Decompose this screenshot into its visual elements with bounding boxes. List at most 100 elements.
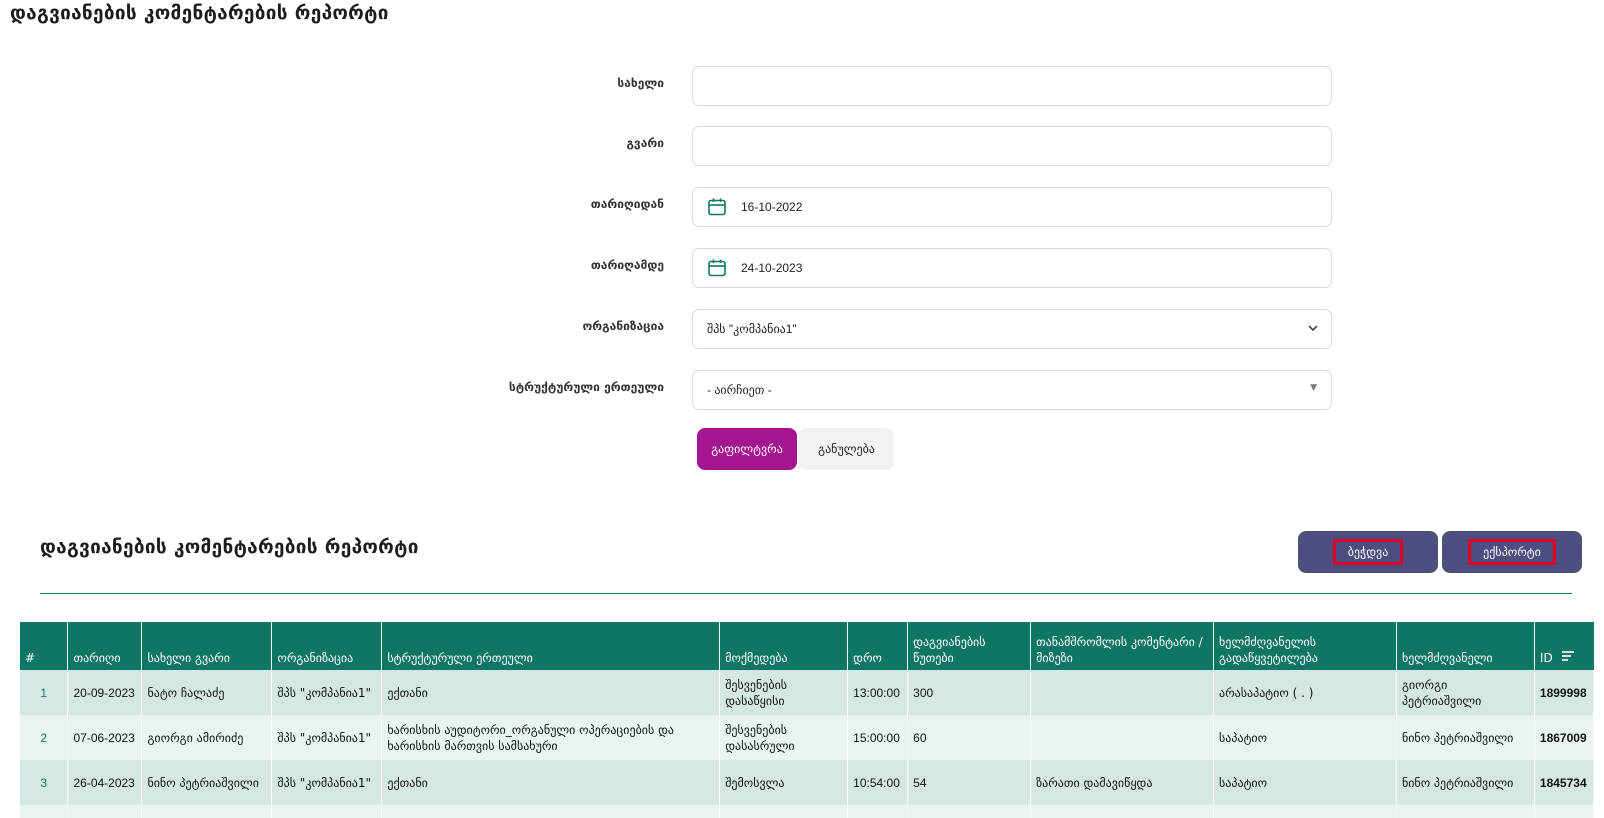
cell-minutes — [907, 805, 1032, 818]
unit-select[interactable]: - აირჩიეთ - ▼ — [692, 370, 1332, 410]
cell-comment — [1030, 670, 1215, 715]
caret-down-icon: ▼ — [1310, 383, 1317, 393]
unit-value: - აირჩიეთ - — [707, 383, 772, 397]
form-row-organization: ორგანიზაცია შპს "კომპანია1" — [0, 309, 1604, 349]
cell-organization: შპს "კომპანია1" — [271, 715, 383, 760]
cell-minutes: 54 — [907, 760, 1032, 805]
form-row-first-name: სახელი — [0, 66, 1604, 106]
form-row-unit: სტრუქტურული ერთეული - აირჩიეთ - ▼ — [0, 370, 1604, 410]
table-header-row: # თარიღი სახელი გვარი ორგანიზაცია სტრუქტ… — [20, 622, 1594, 670]
form-row-date-from: თარიღიდან 16-10-2022 — [0, 187, 1604, 227]
cell-organization: შპს "კომპანია1" — [271, 670, 383, 715]
organization-value: შპს "კომპანია1" — [707, 322, 797, 336]
cell-minutes: 300 — [907, 670, 1032, 715]
column-header[interactable]: ხელმძღვანელი — [1396, 622, 1535, 670]
cell-name — [141, 805, 273, 818]
cell-unit: ექთანი — [381, 670, 721, 715]
cell-date: 26-04-2023 — [67, 760, 143, 805]
cell-comment: ზარათი დამავიწყდა — [1030, 760, 1215, 805]
report-title: დაგვიანების კომენტარების რეპორტი — [40, 536, 419, 558]
form-row-date-to: თარიღამდე 24-10-2023 — [0, 248, 1604, 288]
first-name-label: სახელი — [617, 76, 664, 90]
cell-time — [847, 805, 909, 818]
cell-time: 10:54:00 — [847, 760, 909, 805]
cell-manager — [1396, 805, 1535, 818]
date-from-input[interactable]: 16-10-2022 — [692, 187, 1332, 227]
table-row[interactable]: 2 07-06-2023 გიორგი ამირიძე შპს "კომპანი… — [20, 715, 1595, 760]
cell-unit: ხარისხის აუდიტორი_ორგანული ოპერაციების დ… — [381, 715, 721, 760]
column-header[interactable]: ხელმძღვანელის გადაწყვეტილება — [1213, 622, 1397, 670]
table-row[interactable]: 3 26-04-2023 ნინო პეტრიაშვილი შპს "კომპა… — [20, 760, 1595, 805]
cell-date: 20-09-2023 — [67, 670, 143, 715]
last-name-input[interactable] — [692, 126, 1332, 166]
chevron-down-icon — [1307, 322, 1319, 337]
column-header[interactable]: სტრუქტურული ერთეული — [381, 622, 721, 670]
column-header-id[interactable]: ID — [1534, 622, 1593, 670]
calendar-icon[interactable] — [707, 197, 727, 217]
column-header[interactable]: თანამშრომლის კომენტარი / მიზეზი — [1030, 622, 1215, 670]
first-name-input[interactable] — [692, 66, 1332, 106]
export-button[interactable]: ექსპორტი — [1442, 531, 1582, 573]
row-number — [20, 805, 69, 818]
cell-decision — [1213, 805, 1397, 818]
cell-manager: ნინო პეტრიაშვილი — [1396, 715, 1535, 760]
cell-organization — [271, 805, 383, 818]
cell-decision: საპატიო — [1213, 760, 1397, 805]
cell-id — [1534, 805, 1595, 818]
organization-label: ორგანიზაცია — [582, 319, 664, 333]
column-header[interactable]: დაგვიანების წუთები — [907, 622, 1032, 670]
date-to-input[interactable]: 24-10-2023 — [692, 248, 1332, 288]
form-row-last-name: გვარი — [0, 126, 1604, 166]
cell-organization: შპს "კომპანია1" — [271, 760, 383, 805]
row-number: 2 — [20, 715, 69, 760]
cell-id: 1845734 — [1534, 760, 1595, 805]
column-header[interactable]: მოქმედება — [719, 622, 849, 670]
column-header[interactable]: დრო — [847, 622, 909, 670]
date-from-label: თარიღიდან — [590, 197, 664, 211]
cell-id: 1867009 — [1534, 715, 1595, 760]
print-button[interactable]: ბეჭდვა — [1298, 531, 1438, 573]
cell-time: 15:00:00 — [847, 715, 909, 760]
report-table: # თარიღი სახელი გვარი ორგანიზაცია სტრუქტ… — [20, 622, 1595, 818]
table-row[interactable]: 1 20-09-2023 ნატო ჩალაძე შპს "კომპანია1"… — [20, 670, 1595, 715]
cell-minutes: 60 — [907, 715, 1032, 760]
cell-unit — [381, 805, 721, 818]
row-number: 1 — [20, 670, 69, 715]
cell-manager: ნინო პეტრიაშვილი — [1396, 760, 1535, 805]
section-divider — [40, 593, 1572, 594]
column-header[interactable]: # — [20, 622, 69, 670]
row-number: 3 — [20, 760, 69, 805]
cell-manager: გიორგი პეტრიაშვილი — [1396, 670, 1535, 715]
export-button-label: ექსპორტი — [1468, 539, 1556, 565]
reset-button[interactable]: განულება — [799, 428, 894, 470]
cell-decision: არასაპატიო ( . ) — [1213, 670, 1397, 715]
date-from-value: 16-10-2022 — [741, 200, 803, 214]
cell-decision: საპატიო — [1213, 715, 1397, 760]
cell-comment — [1030, 805, 1215, 818]
organization-select[interactable]: შპს "კომპანია1" — [692, 309, 1332, 349]
cell-unit: ექთანი — [381, 760, 721, 805]
last-name-label: გვარი — [626, 136, 664, 150]
id-header-label: ID — [1539, 650, 1553, 665]
cell-name: ნინო პეტრიაშვილი — [141, 760, 273, 805]
print-button-label: ბეჭდვა — [1332, 539, 1404, 565]
cell-action: შესვენების დასაწყისი — [719, 670, 849, 715]
cell-name: ნატო ჩალაძე — [141, 670, 273, 715]
filter-button[interactable]: გაფილტვრა — [697, 428, 797, 470]
calendar-icon[interactable] — [707, 258, 727, 278]
cell-date: 07-06-2023 — [67, 715, 143, 760]
sort-lines-icon[interactable] — [1561, 650, 1575, 666]
cell-id: 1899998 — [1534, 670, 1595, 715]
date-to-label: თარიღამდე — [590, 258, 664, 272]
column-header[interactable]: თარიღი — [67, 622, 143, 670]
cell-name: გიორგი ამირიძე — [141, 715, 273, 760]
table-row[interactable] — [20, 805, 1595, 818]
cell-time: 13:00:00 — [847, 670, 909, 715]
page-title: დაგვიანების კომენტარების რეპორტი — [10, 2, 389, 24]
unit-label: სტრუქტურული ერთეული — [508, 380, 664, 394]
column-header[interactable]: ორგანიზაცია — [271, 622, 383, 670]
cell-action: შემოსვლა — [719, 760, 849, 805]
cell-action — [719, 805, 849, 818]
column-header[interactable]: სახელი გვარი — [141, 622, 273, 670]
cell-comment — [1030, 715, 1215, 760]
